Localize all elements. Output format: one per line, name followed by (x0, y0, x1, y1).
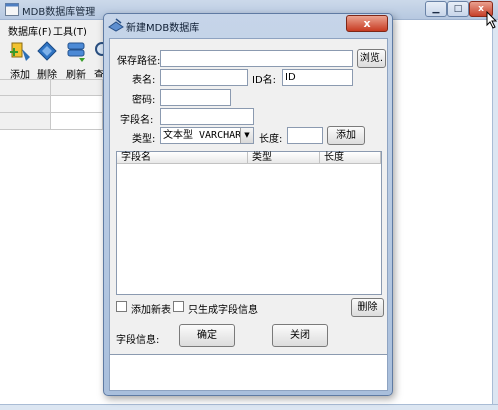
delete-field-button[interactable]: 删除 (351, 298, 384, 317)
dialog-client-area: 保存路径: 浏览. 表名: ID名: ID 密码: 字段名: 类型: 文本型 V… (109, 38, 388, 391)
main-window-border (492, 20, 498, 410)
grid-row-header (0, 113, 51, 130)
field-info-textarea[interactable] (110, 354, 387, 390)
add-field-button[interactable]: 添加 (327, 126, 365, 145)
browse-button[interactable]: 浏览. (357, 49, 386, 68)
column-header-length[interactable]: 长度 (320, 152, 381, 164)
field-info-label: 字段信息: (116, 335, 160, 346)
dialog-title: 新建MDB数据库 (126, 23, 200, 34)
only-field-info-label: 只生成字段信息 (188, 305, 258, 316)
grid-header-cell (51, 80, 103, 96)
close-button[interactable]: 关闭 (272, 324, 328, 347)
length-label: 长度: (259, 134, 283, 145)
add-new-table-checkbox[interactable] (116, 301, 127, 312)
add-db-icon (10, 42, 30, 61)
type-select-value: 文本型 VARCHAR (163, 130, 242, 141)
password-input[interactable] (160, 89, 231, 106)
mouse-cursor-icon (486, 11, 498, 29)
password-label: 密码: (132, 95, 156, 106)
table-name-label: 表名: (132, 75, 156, 86)
id-name-label: ID名: (252, 75, 277, 86)
dialog-db-icon (108, 18, 124, 32)
column-header-type[interactable]: 类型 (248, 152, 320, 164)
column-header-field-name[interactable]: 字段名 (117, 152, 248, 164)
type-select[interactable]: 文本型 VARCHAR ▼ (160, 127, 254, 144)
grid-cell[interactable] (51, 113, 103, 130)
maximize-button[interactable]: □ (447, 1, 469, 17)
main-window-border (0, 404, 498, 410)
ok-button[interactable]: 确定 (179, 324, 235, 347)
chevron-down-icon[interactable]: ▼ (240, 128, 253, 143)
toolbar-add-button[interactable]: 添加 (7, 38, 33, 81)
save-path-input[interactable] (160, 50, 353, 67)
main-window-title: MDB数据库管理 (22, 7, 96, 18)
toolbar-refresh-button[interactable]: 刷新 (63, 38, 89, 81)
id-name-input[interactable]: ID (282, 69, 353, 86)
delete-db-icon (37, 41, 57, 61)
add-new-table-label: 添加新表 (131, 305, 171, 316)
minimize-button[interactable]: ▁ (425, 1, 447, 17)
length-input[interactable] (287, 127, 323, 144)
grid-cell[interactable] (51, 96, 103, 113)
save-path-label: 保存路径: (117, 56, 161, 67)
toolbar-delete-label: 删除 (37, 70, 57, 81)
only-field-info-checkbox[interactable] (173, 301, 184, 312)
toolbar-refresh-label: 刷新 (66, 70, 86, 81)
field-name-input[interactable] (160, 108, 254, 125)
dialog-close-button[interactable]: x (346, 15, 388, 32)
refresh-icon (67, 42, 85, 62)
grid-header-cell (0, 80, 51, 96)
table-name-input[interactable] (160, 69, 248, 86)
field-list[interactable]: 字段名 类型 长度 (116, 151, 382, 295)
toolbar-add-label: 添加 (10, 70, 30, 81)
app-icon (5, 3, 19, 16)
grid-row-header (0, 96, 51, 113)
new-mdb-dialog: 新建MDB数据库 x 保存路径: 浏览. 表名: ID名: ID 密码: 字段名… (103, 13, 393, 396)
field-name-label: 字段名: (120, 115, 154, 126)
type-label: 类型: (132, 134, 156, 145)
toolbar-delete-button[interactable]: 删除 (34, 38, 60, 81)
